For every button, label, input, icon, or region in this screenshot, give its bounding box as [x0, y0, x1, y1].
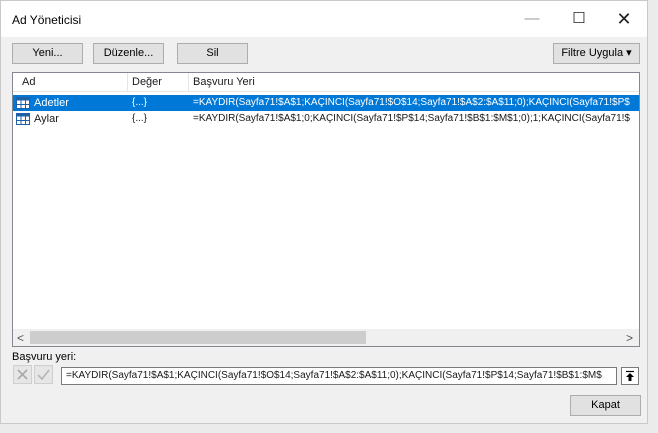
list-header: Ad Değer Başvuru Yeri	[13, 73, 639, 92]
row-refers-to: =KAYDIR(Sayfa71!$A$1;KAÇINCI(Sayfa71!$O$…	[193, 97, 630, 108]
scroll-right-icon[interactable]: >	[626, 331, 633, 345]
scrollbar-thumb[interactable]	[30, 331, 366, 344]
named-range-table-icon	[16, 113, 30, 125]
row-value: {...}	[132, 97, 148, 108]
name-manager-dialog: Ad Yöneticisi — ☐ ✕ Yeni... Düzenle... S…	[0, 0, 648, 424]
cancel-edit-button[interactable]	[13, 365, 32, 384]
dialog-title: Ad Yöneticisi	[12, 13, 82, 27]
collapse-dialog-button[interactable]	[621, 367, 639, 385]
refers-to-label: Başvuru yeri:	[12, 351, 77, 363]
scroll-left-icon[interactable]: <	[17, 331, 24, 345]
filter-button[interactable]: Filtre Uygula ▾	[553, 43, 640, 64]
delete-button[interactable]: Sil	[177, 43, 248, 64]
list-item[interactable]: Aylar {...} =KAYDIR(Sayfa71!$A$1;0;KAÇIN…	[13, 111, 639, 127]
confirm-edit-button[interactable]	[34, 365, 53, 384]
column-divider[interactable]	[127, 73, 128, 91]
refers-to-input[interactable]: =KAYDIR(Sayfa71!$A$1;KAÇINCI(Sayfa71!$O$…	[61, 367, 617, 385]
column-header-refers-to[interactable]: Başvuru Yeri	[193, 76, 255, 88]
title-bar: Ad Yöneticisi — ☐ ✕	[1, 1, 647, 37]
names-list[interactable]: Ad Değer Başvuru Yeri Adetler {...} =KAY…	[12, 72, 640, 347]
column-header-name[interactable]: Ad	[22, 76, 35, 88]
list-item[interactable]: Adetler {...} =KAYDIR(Sayfa71!$A$1;KAÇIN…	[13, 95, 639, 111]
row-value: {...}	[132, 113, 148, 124]
filter-button-label: Filtre Uygula	[561, 47, 624, 59]
minimize-button[interactable]: —	[509, 1, 555, 37]
column-header-value[interactable]: Değer	[132, 76, 162, 88]
row-name: Adetler	[34, 97, 69, 109]
named-range-table-icon	[16, 97, 30, 109]
maximize-button[interactable]: ☐	[556, 1, 602, 37]
row-refers-to: =KAYDIR(Sayfa71!$A$1;0;KAÇINCI(Sayfa71!$…	[193, 113, 630, 124]
cancel-x-icon	[17, 369, 28, 380]
edit-button[interactable]: Düzenle...	[93, 43, 164, 64]
chevron-down-icon: ▾	[626, 47, 632, 59]
row-name: Aylar	[34, 113, 59, 125]
column-divider[interactable]	[188, 73, 189, 91]
close-button[interactable]: Kapat	[570, 395, 641, 416]
new-button[interactable]: Yeni...	[12, 43, 83, 64]
close-window-button[interactable]: ✕	[601, 1, 647, 37]
arrow-up-icon	[626, 370, 634, 381]
horizontal-scrollbar[interactable]: < >	[13, 329, 639, 346]
checkmark-icon	[37, 369, 50, 381]
